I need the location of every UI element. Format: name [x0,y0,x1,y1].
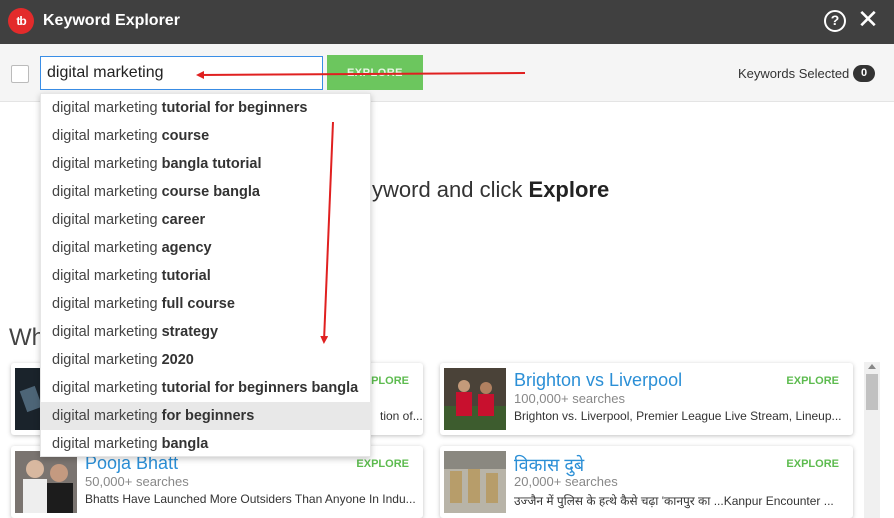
annotation-arrow-down-list [320,121,334,344]
annotation-arrows [196,70,526,344]
annotation-arrow-to-input [196,70,526,79]
